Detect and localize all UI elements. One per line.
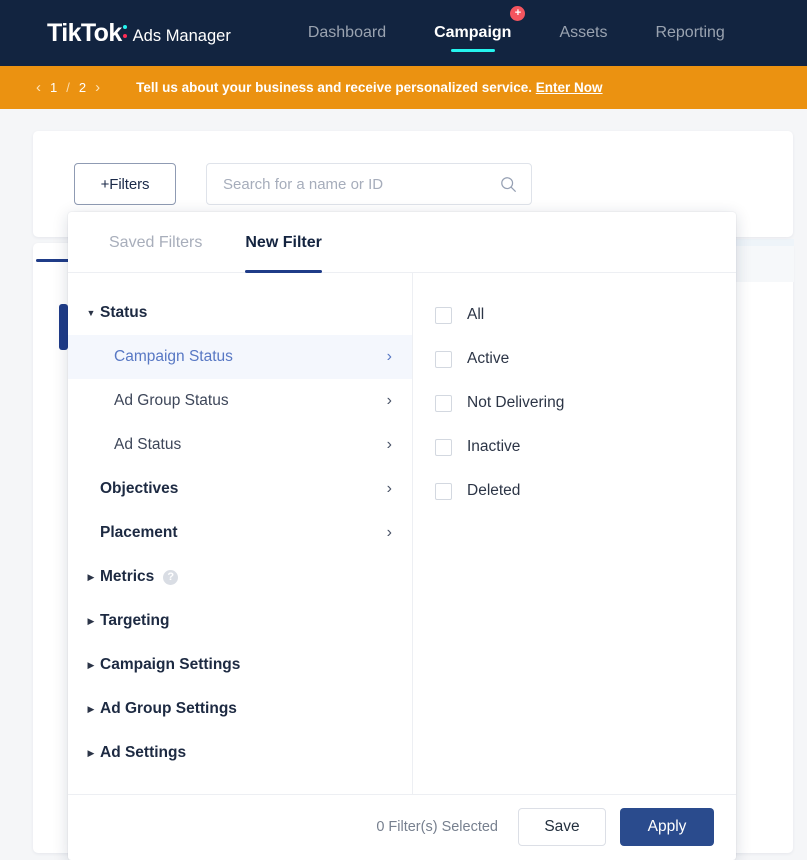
nav-item-dashboard[interactable]: Dashboard — [284, 0, 410, 66]
banner-pager: ‹ 1 / 2 › — [36, 80, 100, 95]
chevron-right-icon[interactable]: › — [95, 80, 100, 95]
checkbox-icon[interactable] — [435, 350, 452, 368]
filter-category-ad-group-settings[interactable]: ▶ Ad Group Settings — [68, 687, 412, 731]
filter-category-ad-status[interactable]: Ad Status › — [68, 423, 412, 467]
filter-category-placement[interactable]: Placement › — [68, 511, 412, 555]
brand-logo[interactable]: TikTok Ads Manager — [47, 19, 231, 48]
filter-category-label: Campaign Status — [114, 348, 233, 365]
filter-option-label: Not Delivering — [467, 394, 565, 411]
active-tab-underline — [450, 49, 495, 52]
triangle-down-icon[interactable]: ▼ — [82, 308, 100, 318]
filter-option-deleted[interactable]: Deleted — [435, 469, 736, 513]
selected-filters-count: 0 Filter(s) Selected — [376, 819, 498, 835]
banner-current-page: 1 — [50, 80, 58, 95]
background-table-row-strip — [728, 246, 794, 282]
tiktok-ads-manager-page: TikTok Ads Manager Dashboard Campaign + … — [0, 0, 807, 860]
nav-item-campaign[interactable]: Campaign + — [410, 0, 535, 66]
banner-enter-now-link[interactable]: Enter Now — [536, 80, 603, 95]
nav-item-assets[interactable]: Assets — [535, 0, 631, 66]
nav-item-reporting[interactable]: Reporting — [631, 0, 748, 66]
filter-option-inactive[interactable]: Inactive — [435, 425, 736, 469]
filter-category-objectives[interactable]: Objectives › — [68, 467, 412, 511]
checkbox-icon[interactable] — [435, 482, 452, 500]
background-table-header-strip — [728, 239, 794, 246]
filter-panel-tabs: Saved Filters New Filter — [68, 212, 736, 273]
top-navigation-bar: TikTok Ads Manager Dashboard Campaign + … — [0, 0, 807, 66]
filter-category-list: ▼ Status Campaign Status › Ad Group Stat… — [68, 273, 413, 794]
filter-category-label: Placement — [100, 524, 178, 541]
filter-option-label: Inactive — [467, 438, 521, 455]
chevron-right-icon: › — [386, 480, 392, 497]
filter-option-label: Deleted — [467, 482, 521, 499]
plus-badge-icon: + — [510, 6, 526, 21]
filter-category-status[interactable]: ▼ Status — [68, 291, 412, 335]
filter-category-ad-settings[interactable]: ▶ Ad Settings — [68, 731, 412, 775]
filter-option-list: All Active Not Delivering Inactive Delet — [413, 273, 736, 794]
filter-option-active[interactable]: Active — [435, 337, 736, 381]
filters-button[interactable]: +Filters — [74, 163, 176, 205]
colon-dots-icon — [122, 23, 128, 41]
chevron-left-icon[interactable]: ‹ — [36, 80, 41, 95]
filter-panel-footer: 0 Filter(s) Selected Save Apply — [68, 794, 736, 859]
checkbox-icon[interactable] — [435, 438, 452, 456]
filter-category-label: Targeting — [100, 612, 170, 629]
tab-saved-filters-label: Saved Filters — [109, 233, 203, 251]
filter-category-label: Ad Group Status — [114, 392, 229, 409]
checkbox-icon[interactable] — [435, 306, 452, 324]
triangle-right-icon[interactable]: ▶ — [82, 704, 100, 715]
search-input[interactable] — [207, 175, 500, 193]
triangle-right-icon[interactable]: ▶ — [82, 660, 100, 671]
filter-category-label: Ad Group Settings — [100, 700, 237, 717]
chevron-right-icon: › — [386, 392, 392, 409]
banner-message-wrap: Tell us about your business and receive … — [136, 80, 602, 95]
nav-label-dashboard: Dashboard — [307, 24, 387, 41]
filter-category-label: Ad Status — [114, 436, 182, 453]
triangle-right-icon[interactable]: ▶ — [82, 748, 100, 759]
filter-category-targeting[interactable]: ▶ Targeting — [68, 599, 412, 643]
filter-category-label: Status — [100, 304, 148, 321]
promo-banner: ‹ 1 / 2 › Tell us about your business an… — [0, 66, 807, 109]
filter-category-campaign-status[interactable]: Campaign Status › — [68, 335, 412, 379]
filter-dropdown-panel: Saved Filters New Filter ▼ Status Campai… — [68, 212, 736, 860]
filter-category-campaign-settings[interactable]: ▶ Campaign Settings — [68, 643, 412, 687]
tab-new-filter[interactable]: New Filter — [245, 212, 323, 273]
brand-name: TikTok — [47, 18, 122, 47]
tab-new-filter-label: New Filter — [245, 233, 322, 251]
brand-product-name: Ads Manager — [132, 26, 231, 45]
filter-category-label: Objectives — [100, 480, 179, 497]
filter-category-metrics[interactable]: ▶ Metrics ? — [68, 555, 412, 599]
checkbox-icon[interactable] — [435, 394, 452, 412]
filter-category-label: Ad Settings — [100, 744, 187, 761]
banner-total-pages: 2 — [78, 80, 87, 95]
filter-category-ad-group-status[interactable]: Ad Group Status › — [68, 379, 412, 423]
search-icon[interactable] — [500, 176, 517, 193]
filter-category-label: Metrics — [100, 568, 155, 585]
triangle-right-icon[interactable]: ▶ — [82, 572, 100, 583]
filter-category-label: Campaign Settings — [100, 656, 241, 673]
nav-label-reporting: Reporting — [655, 24, 725, 41]
apply-button[interactable]: Apply — [620, 808, 714, 846]
banner-message: Tell us about your business and receive … — [136, 80, 532, 95]
save-button[interactable]: Save — [518, 808, 606, 846]
filter-option-label: All — [467, 306, 485, 323]
background-tab-stub — [53, 272, 65, 282]
nav-label-campaign: Campaign — [434, 24, 512, 41]
triangle-right-icon[interactable]: ▶ — [82, 616, 100, 627]
filter-panel-body: ▼ Status Campaign Status › Ad Group Stat… — [68, 273, 736, 794]
chevron-right-icon: › — [386, 436, 392, 453]
nav-label-assets: Assets — [559, 24, 608, 41]
main-nav: Dashboard Campaign + Assets Reporting — [284, 0, 749, 66]
chevron-right-icon: › — [386, 524, 392, 541]
filter-option-label: Active — [467, 350, 510, 367]
filter-option-not-delivering[interactable]: Not Delivering — [435, 381, 736, 425]
chevron-right-icon: › — [386, 348, 392, 365]
banner-separator: / — [66, 80, 70, 95]
background-create-button-edge[interactable] — [59, 304, 68, 350]
help-circle-icon[interactable]: ? — [163, 569, 179, 585]
search-box[interactable] — [206, 163, 532, 205]
filter-option-all[interactable]: All — [435, 293, 736, 337]
tab-saved-filters[interactable]: Saved Filters — [109, 212, 202, 273]
